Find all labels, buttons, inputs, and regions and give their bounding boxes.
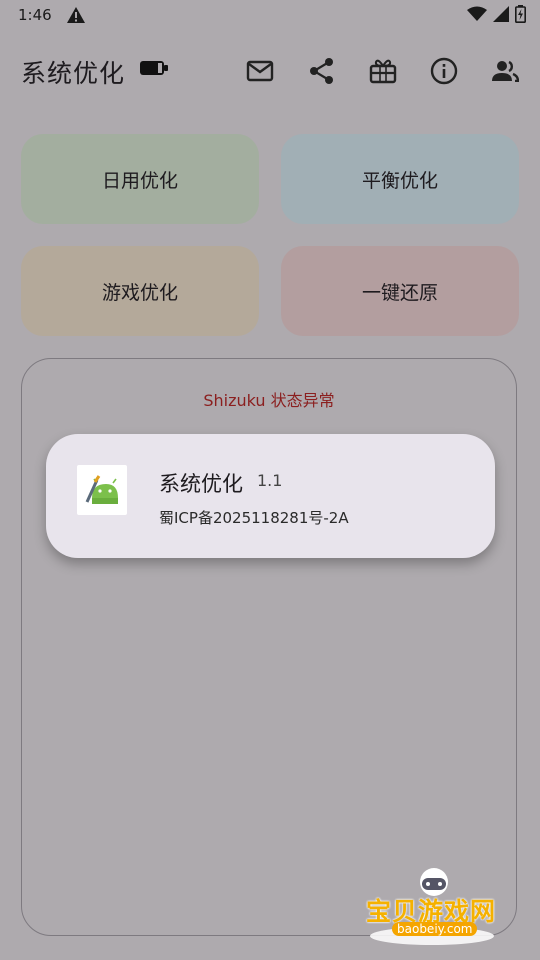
- info-icon[interactable]: [429, 56, 459, 86]
- signal-icon: [493, 6, 509, 26]
- gift-icon[interactable]: [368, 56, 398, 86]
- status-bar: 1:46: [0, 0, 540, 32]
- app-title: 系统优化: [21, 59, 126, 88]
- status-time: 1:46: [18, 6, 52, 24]
- battery-icon: [139, 60, 169, 80]
- wifi-icon: [467, 6, 487, 26]
- watermark-domain: baobeiy.com: [392, 922, 478, 936]
- app-icon: [77, 465, 127, 515]
- app-version: 1.1: [257, 471, 283, 490]
- people-icon[interactable]: [490, 56, 520, 86]
- restore-button[interactable]: 一键还原: [281, 246, 519, 336]
- mail-icon[interactable]: [245, 56, 275, 86]
- app-bar: 系统优化: [0, 44, 540, 100]
- shizuku-status-text: Shizuku 状态异常: [203, 391, 335, 410]
- app-info-card[interactable]: 系统优化 1.1 蜀ICP备2025118281号-2A: [46, 434, 495, 558]
- app-name: 系统优化: [159, 472, 243, 496]
- icp-number: 蜀ICP备2025118281号-2A: [159, 509, 349, 527]
- warning-icon: [66, 6, 86, 24]
- info-panel: Shizuku 状态异常 系统优化 1.1 蜀ICP备2025118281号-2…: [21, 358, 517, 936]
- daily-optimize-button[interactable]: 日用优化: [21, 134, 259, 224]
- watermark-logo: 宝贝游戏网 baobeiy.com: [360, 866, 510, 946]
- game-optimize-button[interactable]: 游戏优化: [21, 246, 259, 336]
- battery-status-icon: [515, 5, 526, 27]
- balanced-optimize-button[interactable]: 平衡优化: [281, 134, 519, 224]
- share-icon[interactable]: [307, 56, 337, 86]
